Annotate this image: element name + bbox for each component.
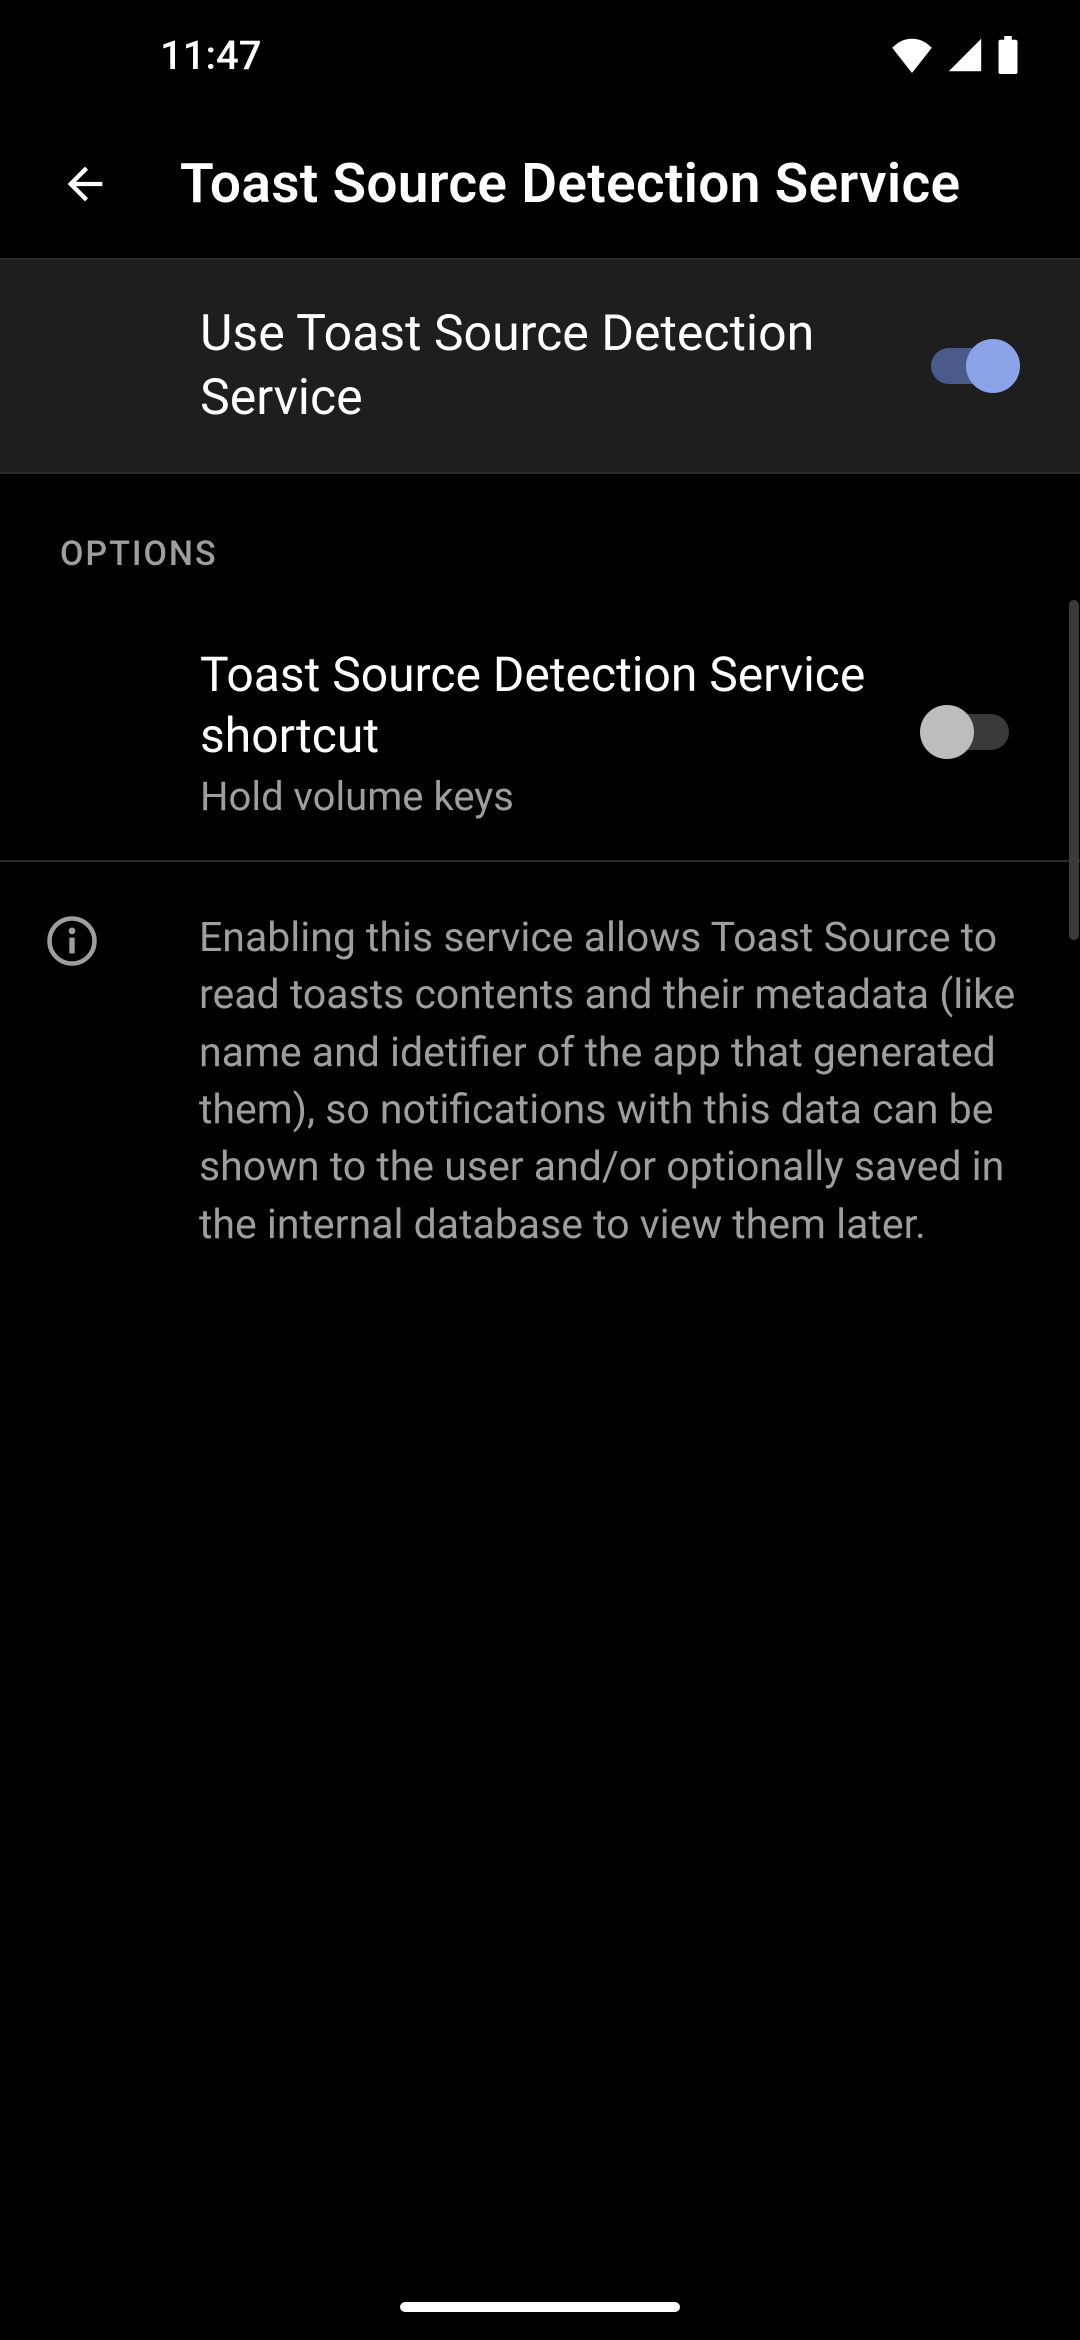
scrollbar[interactable] [1069,600,1079,940]
info-text: Enabling this service allows Toast Sourc… [199,910,1020,1254]
battery-icon [996,36,1020,74]
main-toggle-label: Use Toast Source Detection Service [200,302,880,430]
main-toggle-switch[interactable] [920,339,1020,393]
shortcut-option-subtitle: Hold volume keys [200,773,880,820]
app-header: Toast Source Detection Service [0,110,1080,260]
shortcut-option-row[interactable]: Toast Source Detection Service shortcut … [0,604,1080,862]
cellular-icon [946,37,984,73]
back-button[interactable] [40,139,130,229]
shortcut-toggle-switch[interactable] [920,705,1020,759]
status-bar: 11:47 [0,0,1080,110]
page-title: Toast Source Detection Service [180,152,960,216]
navigation-handle[interactable] [400,2302,680,2312]
arrow-back-icon [59,158,111,210]
status-icons [890,36,1020,74]
wifi-icon [890,37,934,73]
options-header: OPTIONS [0,474,1080,604]
info-row: Enabling this service allows Toast Sourc… [0,862,1080,1294]
info-icon [45,914,99,968]
status-time: 11:47 [160,32,261,79]
main-toggle-row[interactable]: Use Toast Source Detection Service [0,260,1080,474]
shortcut-option-title: Toast Source Detection Service shortcut [200,644,880,767]
